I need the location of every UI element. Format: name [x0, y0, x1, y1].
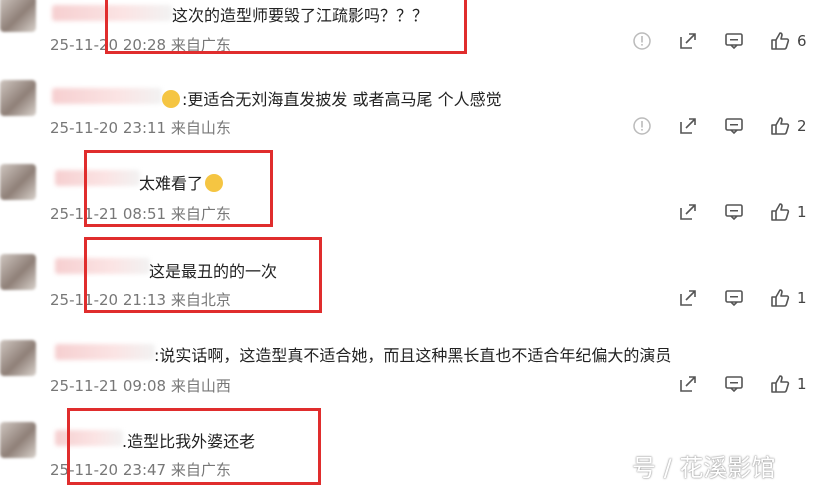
share-icon[interactable] — [677, 373, 699, 395]
avatar[interactable] — [0, 422, 36, 458]
comment-icon[interactable] — [723, 30, 745, 52]
report-icon[interactable] — [631, 115, 653, 137]
highlight-box — [84, 237, 322, 313]
avatar[interactable] — [0, 340, 36, 376]
share-icon[interactable] — [677, 201, 699, 223]
comment-actions: 1 — [653, 287, 807, 309]
comment-meta: 25-11-20 23:11 来自山东 — [50, 119, 231, 137]
highlight-box — [67, 408, 321, 485]
comment-item: 这次的造型师要毁了江疏影吗？？？ 25-11-20 20:28 来自广东 6 — [0, 0, 821, 60]
comment-icon[interactable] — [723, 287, 745, 309]
avatar[interactable] — [0, 80, 36, 116]
share-icon[interactable] — [677, 115, 699, 137]
comment-item: :更适合无刘海直发披发 或者高马尾 个人感觉 25-11-20 23:11 来自… — [0, 70, 821, 150]
like-icon[interactable] — [769, 201, 791, 223]
username-blurred[interactable] — [55, 344, 155, 360]
report-icon[interactable] — [631, 30, 653, 52]
avatar[interactable] — [0, 164, 36, 200]
emoji-icon — [162, 90, 180, 108]
avatar[interactable] — [0, 254, 36, 290]
comment-icon[interactable] — [723, 115, 745, 137]
like-count: 1 — [797, 375, 807, 393]
comment-actions: 1 — [653, 201, 807, 223]
comment-item: 这是最丑的的一次 25-11-20 21:13 来自北京 1 — [0, 236, 821, 316]
comment-text: :说实话啊，这造型真不适合她，而且这种黑长直也不适合年纪偏大的演员 — [154, 346, 672, 365]
comment-actions: 6 — [607, 30, 807, 52]
comment-text: :更适合无刘海直发披发 或者高马尾 个人感觉 — [162, 86, 502, 110]
watermark: 号 / 花溪影馆 — [632, 454, 776, 482]
like-icon[interactable] — [769, 373, 791, 395]
comment-actions: 2 — [607, 115, 807, 137]
highlight-box — [84, 150, 273, 227]
comment-item: 太难看了 25-11-21 08:51 来自广东 1 — [0, 150, 821, 230]
like-count: 2 — [797, 117, 807, 135]
comment-icon[interactable] — [723, 373, 745, 395]
like-icon[interactable] — [769, 30, 791, 52]
like-count: 1 — [797, 289, 807, 307]
like-icon[interactable] — [769, 287, 791, 309]
comment-actions: 1 — [653, 373, 807, 395]
like-count: 1 — [797, 203, 807, 221]
share-icon[interactable] — [677, 30, 699, 52]
comment-icon[interactable] — [723, 201, 745, 223]
comment-item: :说实话啊，这造型真不适合她，而且这种黑长直也不适合年纪偏大的演员 25-11-… — [0, 322, 821, 402]
avatar[interactable] — [0, 0, 36, 32]
highlight-box — [105, 0, 467, 54]
username-blurred[interactable] — [52, 88, 162, 104]
comment-meta: 25-11-21 09:08 来自山西 — [50, 377, 231, 395]
like-icon[interactable] — [769, 115, 791, 137]
share-icon[interactable] — [677, 287, 699, 309]
like-count: 6 — [797, 32, 807, 50]
